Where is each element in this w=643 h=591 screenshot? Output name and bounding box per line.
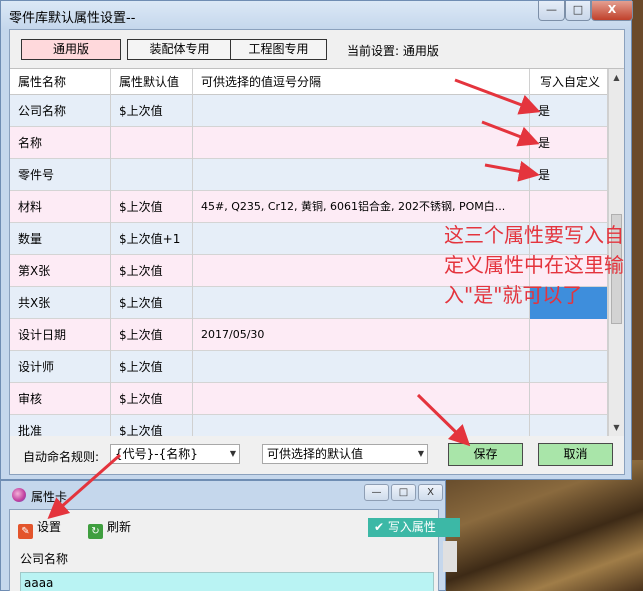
- cell-default[interactable]: $上次值: [111, 95, 193, 127]
- scroll-up-icon[interactable]: ▲: [609, 69, 624, 86]
- cell-write-custom[interactable]: [530, 383, 608, 415]
- bottom-bar: 自动命名规则: {代号}-{名称} ▼ 可供选择的默认值 ▼ 保存 取消: [10, 436, 624, 474]
- table-row[interactable]: 批准 $上次值: [10, 415, 608, 436]
- refresh-icon: ↻: [88, 524, 103, 539]
- dialog-title: 零件库默认属性设置--: [9, 11, 136, 26]
- default-value-select[interactable]: 可供选择的默认值 ▼: [262, 444, 428, 464]
- minimize-button[interactable]: —: [538, 1, 565, 21]
- close-button[interactable]: X: [418, 484, 443, 501]
- cell-options[interactable]: [193, 383, 530, 415]
- mode-general-button[interactable]: 通用版: [21, 39, 121, 60]
- table-row[interactable]: 材料 $上次值 45#, Q235, Cr12, 黄铜, 6061铝合金, 202不…: [10, 191, 608, 223]
- naming-rule-label: 自动命名规则:: [23, 450, 100, 464]
- mode-bar: 通用版 装配体专用 工程图专用 当前设置: 通用版: [10, 30, 624, 68]
- write-properties-label: 写入属性: [387, 520, 436, 534]
- field-label-company: 公司名称: [20, 552, 69, 566]
- cell-default[interactable]: $上次值: [111, 255, 193, 287]
- cell-name[interactable]: 材料: [10, 191, 111, 223]
- table-header: 属性名称 属性默认值 可供选择的值逗号分隔 写入自定义: [10, 69, 608, 95]
- header-options[interactable]: 可供选择的值逗号分隔: [193, 69, 530, 95]
- cell-default[interactable]: $上次值: [111, 383, 193, 415]
- current-setting-label: 当前设置: 通用版: [347, 44, 439, 58]
- table-row[interactable]: 审核 $上次值: [10, 383, 608, 415]
- cell-name[interactable]: 数量: [10, 223, 111, 255]
- table-row[interactable]: 设计师 $上次值: [10, 351, 608, 383]
- cell-name[interactable]: 公司名称: [10, 95, 111, 127]
- property-card-client: ✎ 设置 ↻ 刷新 ✔ 写入属性 公司名称 aaaa: [9, 509, 460, 591]
- cell-options[interactable]: 2017/05/30: [193, 319, 530, 351]
- cell-default[interactable]: $上次值+1: [111, 223, 193, 255]
- property-card-scrollbar[interactable]: [443, 541, 457, 572]
- cell-write-custom[interactable]: 是: [530, 95, 608, 127]
- cell-name[interactable]: 设计师: [10, 351, 111, 383]
- table-row[interactable]: 名称 是: [10, 127, 608, 159]
- cell-options[interactable]: [193, 415, 530, 436]
- header-default[interactable]: 属性默认值: [111, 69, 193, 95]
- table-row[interactable]: 设计日期 $上次值 2017/05/30: [10, 319, 608, 351]
- cell-write-custom[interactable]: [530, 351, 608, 383]
- settings-label: 设置: [37, 520, 62, 534]
- naming-rule-combo[interactable]: {代号}-{名称} ▼: [110, 444, 240, 464]
- table-row[interactable]: 零件号 是: [10, 159, 608, 191]
- dialog-titlebar: 零件库默认属性设置-- — □ X: [1, 1, 633, 29]
- cell-options[interactable]: 45#, Q235, Cr12, 黄铜, 6061铝合金, 202不锈钢, PO…: [193, 191, 530, 223]
- chevron-down-icon[interactable]: ▼: [230, 445, 236, 463]
- cell-options[interactable]: [193, 159, 530, 191]
- cell-name[interactable]: 第X张: [10, 255, 111, 287]
- check-icon: ✔: [374, 520, 388, 534]
- cell-write-custom[interactable]: [530, 415, 608, 436]
- cell-default[interactable]: $上次值: [111, 319, 193, 351]
- property-card-titlebar: 属性卡 — □ X: [1, 481, 445, 509]
- header-write-custom[interactable]: 写入自定义: [530, 69, 608, 95]
- cell-write-custom[interactable]: 是: [530, 127, 608, 159]
- settings-button[interactable]: ✎ 设置: [18, 518, 62, 539]
- table-row[interactable]: 公司名称 $上次值 是: [10, 95, 608, 127]
- cell-write-custom[interactable]: [530, 191, 608, 223]
- maximize-button[interactable]: □: [391, 484, 416, 501]
- chevron-down-icon[interactable]: ▼: [418, 445, 424, 463]
- write-properties-button[interactable]: ✔ 写入属性: [368, 518, 460, 537]
- mode-drawing-button[interactable]: 工程图专用: [230, 39, 327, 60]
- cell-name[interactable]: 零件号: [10, 159, 111, 191]
- app-icon: [12, 488, 26, 502]
- refresh-label: 刷新: [107, 520, 132, 534]
- maximize-button[interactable]: □: [565, 1, 591, 21]
- cell-write-custom[interactable]: 是: [530, 159, 608, 191]
- cell-options[interactable]: [193, 95, 530, 127]
- cell-default[interactable]: $上次值: [111, 415, 193, 436]
- cell-default[interactable]: $上次值: [111, 191, 193, 223]
- scroll-down-icon[interactable]: ▼: [609, 419, 624, 436]
- cell-write-custom[interactable]: [530, 319, 608, 351]
- cell-name[interactable]: 名称: [10, 127, 111, 159]
- minimize-button[interactable]: —: [364, 484, 389, 501]
- cancel-button[interactable]: 取消: [538, 443, 613, 466]
- refresh-button[interactable]: ↻ 刷新: [88, 518, 132, 539]
- cell-name[interactable]: 审核: [10, 383, 111, 415]
- mode-assembly-button[interactable]: 装配体专用: [127, 39, 232, 60]
- close-button[interactable]: X: [591, 1, 633, 21]
- cell-default[interactable]: $上次值: [111, 287, 193, 319]
- cell-default[interactable]: [111, 127, 193, 159]
- cell-options[interactable]: [193, 351, 530, 383]
- property-card-window: 属性卡 — □ X ✎ 设置 ↻ 刷新 ✔ 写入属性 公司名称 aaaa: [0, 480, 460, 591]
- cell-options[interactable]: [193, 127, 530, 159]
- cell-name[interactable]: 共X张: [10, 287, 111, 319]
- company-name-input[interactable]: aaaa: [20, 572, 434, 591]
- property-card-title: 属性卡: [31, 490, 68, 504]
- annotation-text: 这三个属性要写入自定义属性中在这里输入"是"就可以了: [444, 223, 624, 307]
- default-value-select-label: 可供选择的默认值: [267, 447, 364, 461]
- naming-rule-value: {代号}-{名称}: [115, 447, 198, 461]
- cell-default[interactable]: $上次值: [111, 351, 193, 383]
- cell-name[interactable]: 批准: [10, 415, 111, 436]
- header-name[interactable]: 属性名称: [10, 69, 111, 95]
- cell-name[interactable]: 设计日期: [10, 319, 111, 351]
- wrench-icon: ✎: [18, 524, 33, 539]
- cell-default[interactable]: [111, 159, 193, 191]
- save-button[interactable]: 保存: [448, 443, 523, 466]
